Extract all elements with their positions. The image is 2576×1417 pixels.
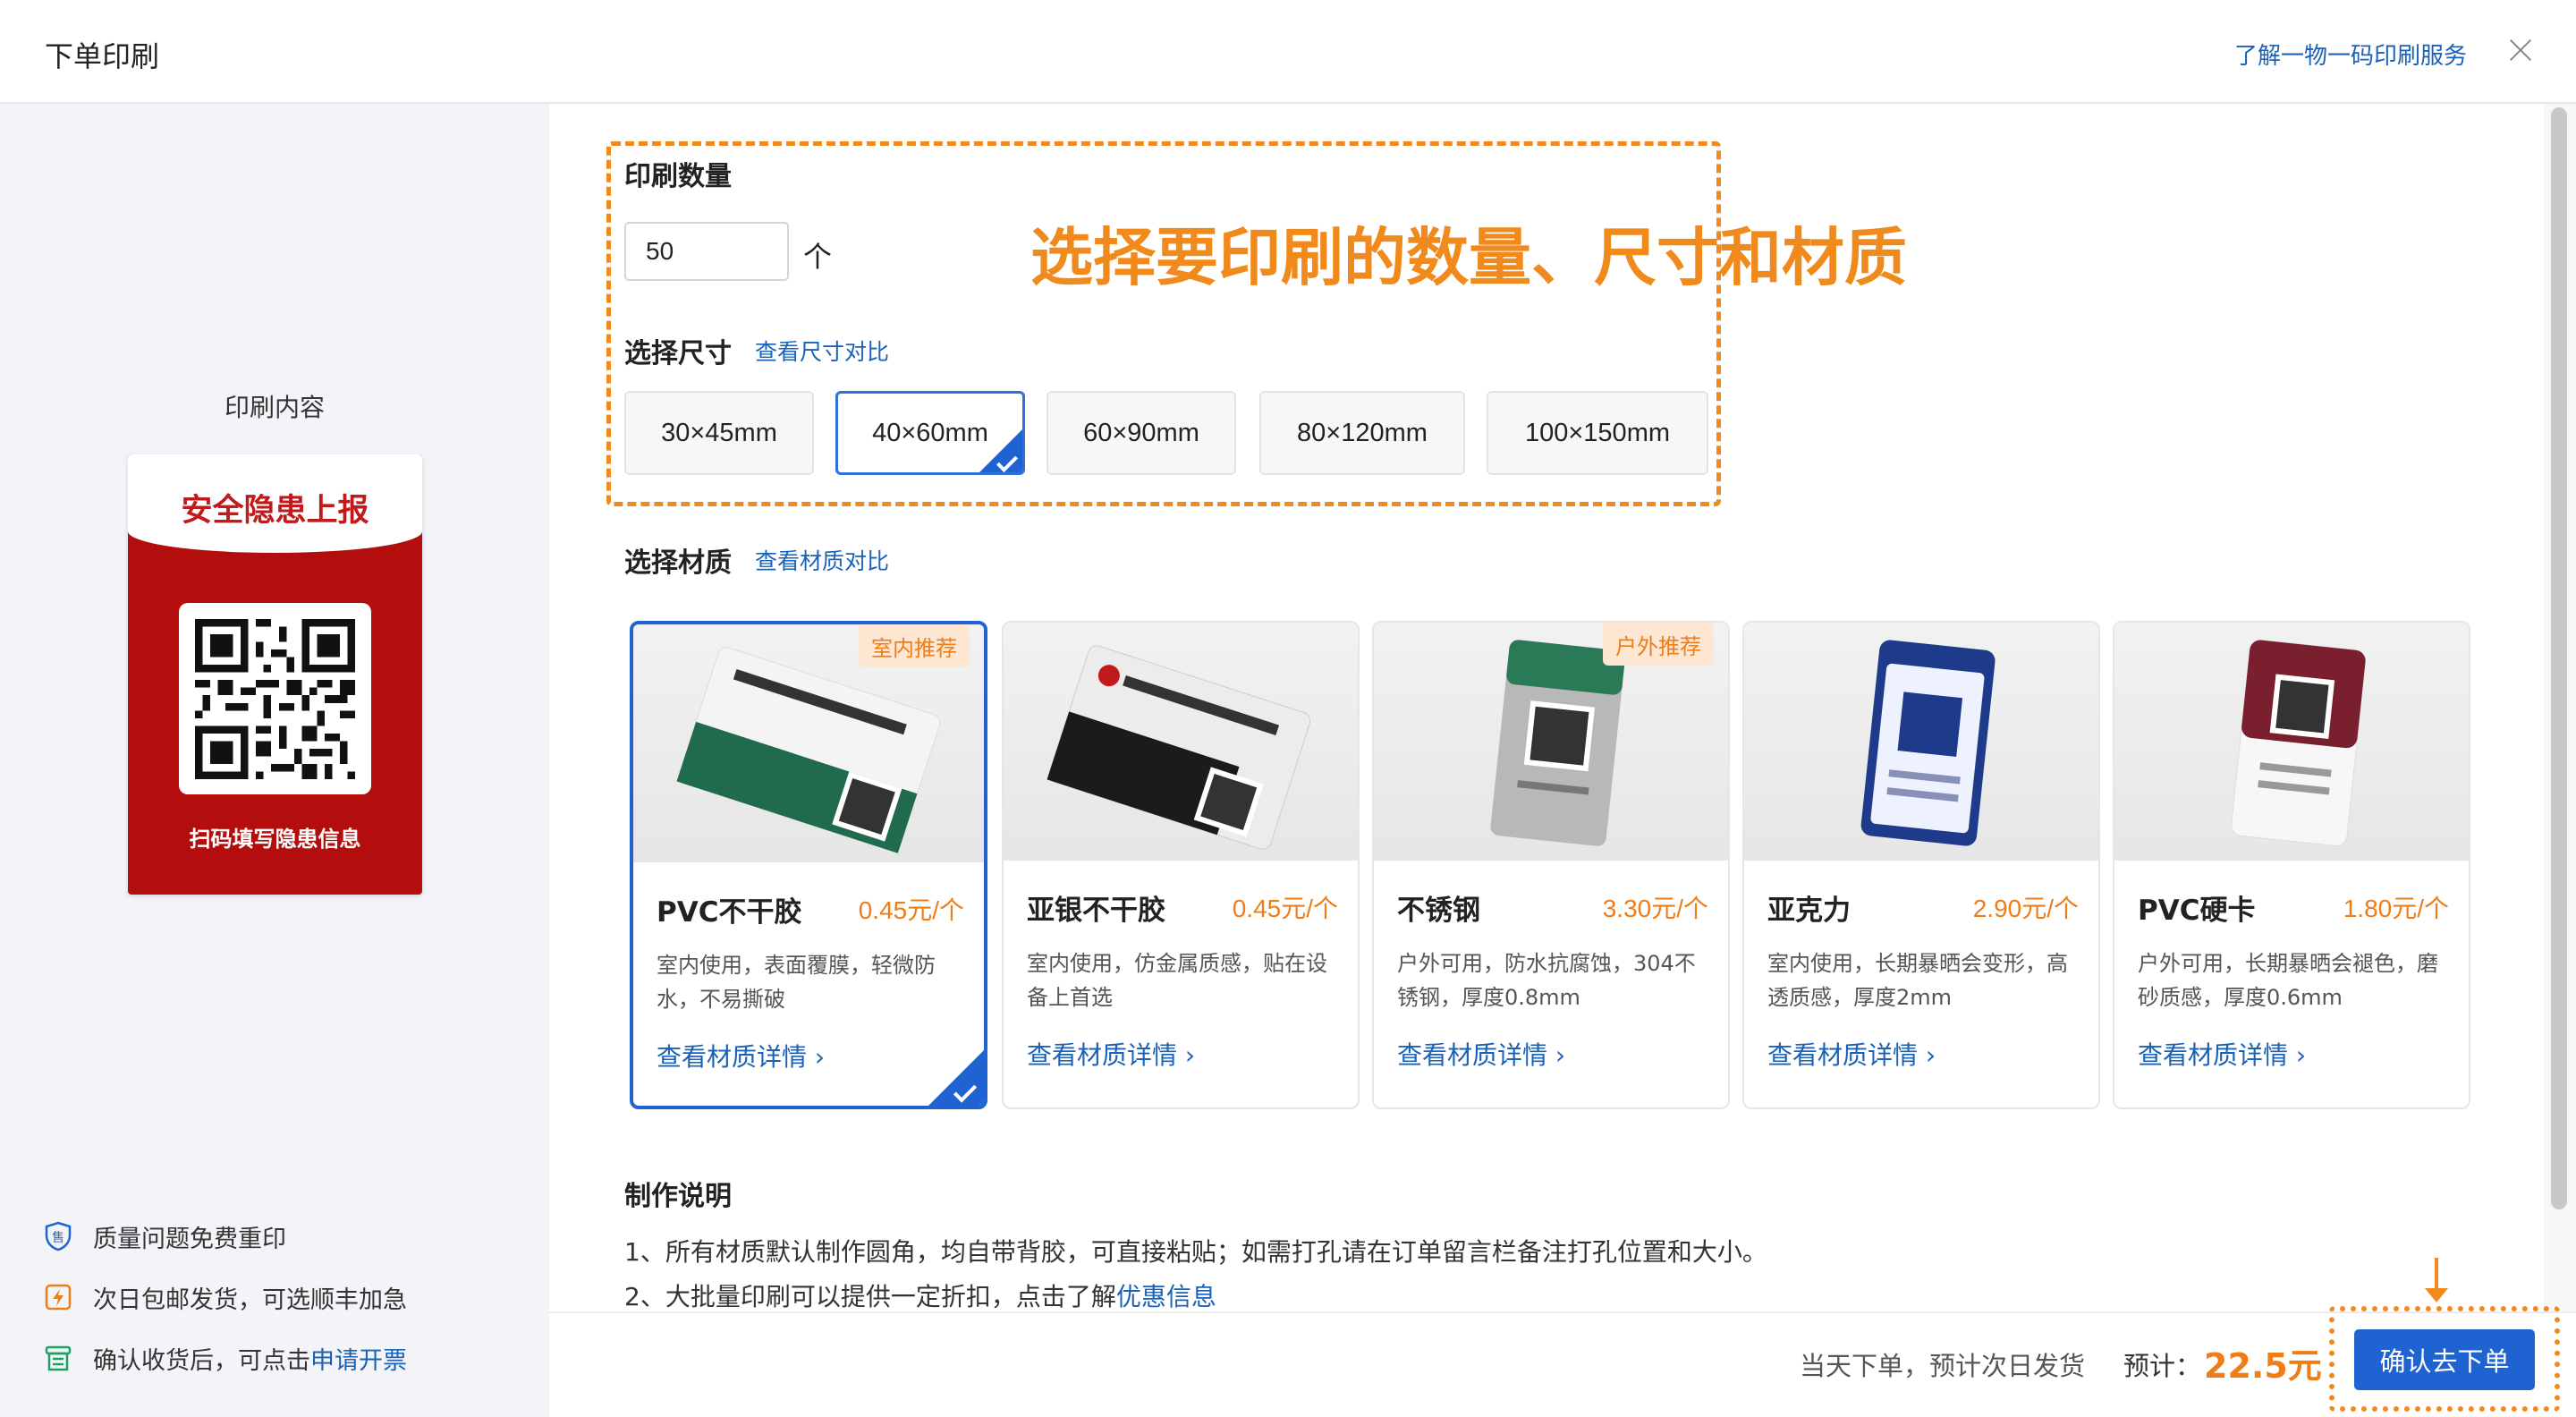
size-option-80x120[interactable]: 80×120mm <box>1259 391 1465 475</box>
scrollbar[interactable] <box>2544 104 2576 1311</box>
size-option-100x150[interactable]: 100×150mm <box>1487 391 1708 475</box>
material-detail-link[interactable]: 查看材质详情 › <box>2138 1036 2306 1072</box>
quantity-section-title: 印刷数量 <box>624 161 732 192</box>
recommend-badge: 室内推荐 <box>859 624 970 667</box>
note-line-1: 1、所有材质默认制作圆角，均自带背胶，可直接粘贴；如需打孔请在订单留言栏备注打孔… <box>624 1237 1767 1267</box>
material-card-acrylic[interactable]: 亚克力 2.90元/个 室内使用，长期暴晒会变形，高透质感，厚度2mm 查看材质… <box>1742 621 2100 1109</box>
material-image <box>1744 623 2098 861</box>
material-price: 1.80元/个 <box>2343 895 2449 922</box>
discount-info-link[interactable]: 优惠信息 <box>1116 1282 1216 1311</box>
material-section-title: 选择材质 <box>624 547 732 579</box>
size-compare-link[interactable]: 查看尺寸对比 <box>755 335 889 367</box>
size-option-40x60[interactable]: 40×60mm <box>835 391 1025 475</box>
preview-panel: 印刷内容 安全隐患上报 扫码填写隐患信息 售 质量问题免费重印 次日包邮发货，可… <box>0 104 549 1417</box>
material-name: 亚银不干胶 <box>1027 895 1165 927</box>
confirm-order-button[interactable]: 确认去下单 <box>2354 1329 2535 1390</box>
size-option-60x90[interactable]: 60×90mm <box>1046 391 1236 475</box>
poster-preview: 安全隐患上报 扫码填写隐患信息 <box>128 454 422 895</box>
material-desc: 室内使用，长期暴晒会变形，高透质感，厚度2mm <box>1767 951 2068 1010</box>
note-line-2: 2、大批量印刷可以提供一定折扣，点击了解优惠信息 <box>624 1277 1216 1313</box>
dialog-title: 下单印刷 <box>45 39 160 73</box>
poster-header: 安全隐患上报 <box>128 454 422 553</box>
selected-check-icon <box>928 1050 984 1106</box>
material-name: PVC不干胶 <box>657 896 802 929</box>
material-name: 不锈钢 <box>1397 895 1480 927</box>
material-price: 3.30元/个 <box>1602 895 1708 922</box>
material-card-pvc-card[interactable]: PVC硬卡 1.80元/个 户外可用，长期暴晒会褪色，磨砂质感，厚度0.6mm … <box>2113 621 2470 1109</box>
guarantee-text: 次日包邮发货，可选顺丰加急 <box>93 1285 407 1314</box>
poster-title: 安全隐患上报 <box>181 493 369 529</box>
material-name: 亚克力 <box>1767 895 1851 927</box>
shield-icon: 售 <box>43 1221 73 1252</box>
guarantee-reprint: 售 质量问题免费重印 <box>43 1217 286 1256</box>
material-desc: 室内使用，表面覆膜，轻微防水，不易撕破 <box>657 953 936 1012</box>
dialog-footer: 当天下单，预计次日发货 预计： 22.5元 <box>549 1311 2576 1417</box>
note-line-2-text: 2、大批量印刷可以提供一定折扣，点击了解 <box>624 1282 1116 1311</box>
guarantee-text: 质量问题免费重印 <box>93 1225 286 1253</box>
material-desc: 户外可用，防水抗腐蚀，304不锈钢，厚度0.8mm <box>1397 951 1696 1010</box>
quantity-unit: 个 <box>803 240 833 274</box>
material-desc: 室内使用，仿金属质感，贴在设备上首选 <box>1027 951 1327 1010</box>
size-option-label: 100×150mm <box>1524 418 1671 447</box>
selected-check-icon <box>979 429 1022 472</box>
total-price: 22.5元 <box>2204 1346 2322 1386</box>
svg-text:售: 售 <box>52 1231 64 1245</box>
shipping-estimate: 当天下单，预计次日发货 <box>1800 1351 2086 1381</box>
acrylic-image <box>1860 640 1996 846</box>
material-card-silver-sticker[interactable]: 亚银不干胶 0.45元/个 室内使用，仿金属质感，贴在设备上首选 查看材质详情 … <box>1002 621 1360 1109</box>
size-option-label: 60×90mm <box>1083 418 1199 447</box>
material-image <box>1004 623 1358 861</box>
material-detail-link[interactable]: 查看材质详情 › <box>657 1038 825 1073</box>
material-image <box>2114 623 2469 861</box>
close-icon[interactable] <box>2503 32 2538 68</box>
quantity-input[interactable] <box>624 222 789 281</box>
annotation-arrow-icon <box>2425 1258 2448 1302</box>
qr-code-frame <box>179 603 371 794</box>
lightning-icon <box>43 1282 73 1312</box>
annotation-text: 选择要印刷的数量、尺寸和材质 <box>1030 221 1907 294</box>
material-price: 0.45元/个 <box>1232 895 1338 922</box>
size-option-label: 30×45mm <box>661 418 777 447</box>
size-option-label: 40×60mm <box>872 418 988 447</box>
material-detail-link[interactable]: 查看材质详情 › <box>1767 1036 1936 1072</box>
guarantee-invoice: 确认收货后，可点击 申请开票 <box>43 1338 407 1378</box>
learn-service-link[interactable]: 了解一物一码印刷服务 <box>2234 38 2467 71</box>
material-desc: 户外可用，长期暴晒会褪色，磨砂质感，厚度0.6mm <box>2138 951 2438 1010</box>
print-order-dialog: 下单印刷 了解一物一码印刷服务 印刷内容 安全隐患上报 扫码填写隐患信息 售 质… <box>0 0 2576 1417</box>
size-section-title: 选择尺寸 <box>624 338 732 369</box>
total-label: 预计： <box>2123 1351 2202 1381</box>
material-card-pvc-sticker[interactable]: 室内推荐 PVC不干胶 0.45元/个 室内使用，表面覆膜，轻微防水，不易撕破 … <box>630 621 987 1109</box>
material-price: 2.90元/个 <box>1972 895 2079 922</box>
invoice-icon <box>43 1343 73 1373</box>
material-detail-link[interactable]: 查看材质详情 › <box>1027 1036 1195 1072</box>
scrollbar-thumb[interactable] <box>2551 107 2567 1209</box>
recommend-badge: 户外推荐 <box>1603 623 1714 666</box>
material-detail-link[interactable]: 查看材质详情 › <box>1397 1036 1565 1072</box>
material-compare-link[interactable]: 查看材质对比 <box>755 544 889 576</box>
silver-sticker-image <box>1046 645 1311 850</box>
size-option-30x45[interactable]: 30×45mm <box>624 391 814 475</box>
pvc-card-image <box>2231 640 2367 847</box>
material-card-stainless-steel[interactable]: 户外推荐 不锈钢 3.30元/个 户外可用，防水抗腐蚀，304不锈钢，厚度0.8… <box>1372 621 1730 1109</box>
guarantee-text: 确认收货后，可点击 <box>93 1346 310 1375</box>
material-price: 0.45元/个 <box>858 896 964 924</box>
size-option-label: 80×120mm <box>1297 418 1428 447</box>
guarantee-shipping: 次日包邮发货，可选顺丰加急 <box>43 1277 407 1317</box>
notes-title: 制作说明 <box>624 1181 732 1212</box>
material-name: PVC硬卡 <box>2138 895 2256 927</box>
dialog-header: 下单印刷 了解一物一码印刷服务 <box>0 0 2576 104</box>
poster-caption: 扫码填写隐患信息 <box>189 827 361 852</box>
qr-code-icon <box>195 619 355 779</box>
preview-label: 印刷内容 <box>224 393 325 422</box>
apply-invoice-link[interactable]: 申请开票 <box>310 1341 407 1376</box>
